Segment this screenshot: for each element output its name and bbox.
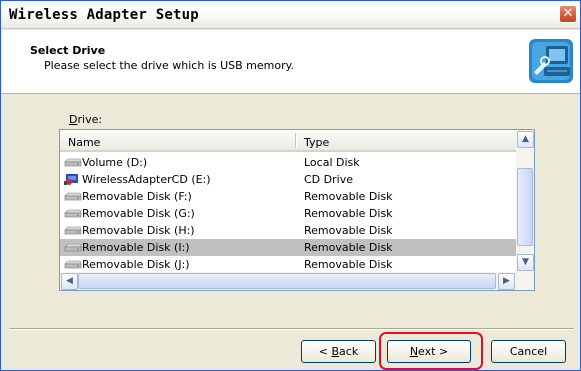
drive-icon (64, 226, 82, 235)
vertical-scroll-thumb[interactable] (517, 168, 533, 246)
drive-type: Removable Disk (304, 190, 393, 203)
footer-divider (9, 328, 574, 330)
drive-name: WirelessAdapterCD (E:) (82, 173, 211, 186)
title-bar[interactable]: Wireless Adapter Setup ✕ (1, 1, 580, 29)
close-button[interactable]: ✕ (559, 5, 577, 23)
drive-label: Drive: (69, 113, 103, 126)
drive-type: Removable Disk (304, 241, 393, 254)
drive-type: Removable Disk (304, 224, 393, 237)
drive-name: Removable Disk (F:) (82, 190, 192, 203)
cancel-button[interactable]: Cancel (491, 340, 566, 363)
drive-icon (64, 192, 82, 201)
scroll-right-button[interactable]: ▶ (498, 273, 515, 290)
window-title: Wireless Adapter Setup (9, 7, 199, 23)
chevron-up-icon: ▲ (522, 134, 529, 144)
drive-icon (64, 158, 82, 167)
drive-name: Removable Disk (H:) (82, 224, 195, 237)
next-button[interactable]: Next > (387, 340, 471, 363)
chevron-right-icon: ▶ (503, 276, 510, 286)
page-subtitle: Please select the drive which is USB mem… (44, 59, 295, 72)
table-row[interactable]: Removable Disk (J:) Removable Disk (60, 256, 516, 273)
drive-icon (64, 243, 82, 252)
drive-name: Removable Disk (G:) (82, 207, 195, 220)
horizontal-scroll-thumb[interactable] (78, 273, 496, 289)
table-row[interactable]: Removable Disk (H:) Removable Disk (60, 222, 516, 239)
column-type-header[interactable]: Type (304, 136, 329, 149)
scroll-down-button[interactable]: ▼ (517, 254, 534, 271)
table-row[interactable]: Volume (D:) Local Disk (60, 154, 516, 171)
drive-type: Removable Disk (304, 258, 393, 271)
close-icon: ✕ (562, 6, 574, 21)
drive-name: Removable Disk (I:) (82, 241, 190, 254)
table-row[interactable]: Removable Disk (F:) Removable Disk (60, 188, 516, 205)
drive-rows: Volume (D:) Local Disk WirelessAdapterCD (… (60, 154, 516, 273)
drive-type: CD Drive (304, 173, 353, 186)
scroll-up-button[interactable]: ▲ (517, 131, 534, 148)
computer-setup-icon (529, 39, 573, 83)
vertical-scrollbar[interactable]: ▲ ▼ (516, 130, 534, 272)
back-button[interactable]: < Back (301, 340, 376, 363)
column-divider[interactable] (295, 133, 297, 148)
chevron-down-icon: ▼ (522, 257, 529, 267)
table-row[interactable]: Removable Disk (I:) Removable Disk (60, 239, 516, 256)
chevron-left-icon: ◀ (66, 276, 73, 286)
drive-list[interactable]: Name Type Volume (D:) Local Disk WirelessA… (59, 129, 535, 291)
drive-type: Removable Disk (304, 207, 393, 220)
wizard-header: Select Drive Please select the drive whi… (2, 30, 580, 94)
drive-name: Volume (D:) (82, 156, 148, 169)
drive-icon (64, 260, 82, 269)
drive-name: Removable Disk (J:) (82, 258, 190, 271)
horizontal-scrollbar[interactable]: ◀ ▶ (60, 272, 534, 290)
scroll-left-button[interactable]: ◀ (61, 273, 78, 290)
table-row[interactable]: Removable Disk (G:) Removable Disk (60, 205, 516, 222)
table-row[interactable]: WirelessAdapterCD (E:) CD Drive (60, 171, 516, 188)
column-name-header[interactable]: Name (68, 136, 100, 149)
drive-icon (64, 209, 82, 218)
list-header: Name Type (60, 130, 516, 152)
setup-window: Wireless Adapter Setup ✕ Select Drive Pl… (0, 0, 581, 371)
drive-type: Local Disk (304, 156, 360, 169)
cd-drive-icon (64, 174, 78, 185)
page-title: Select Drive (30, 44, 106, 57)
